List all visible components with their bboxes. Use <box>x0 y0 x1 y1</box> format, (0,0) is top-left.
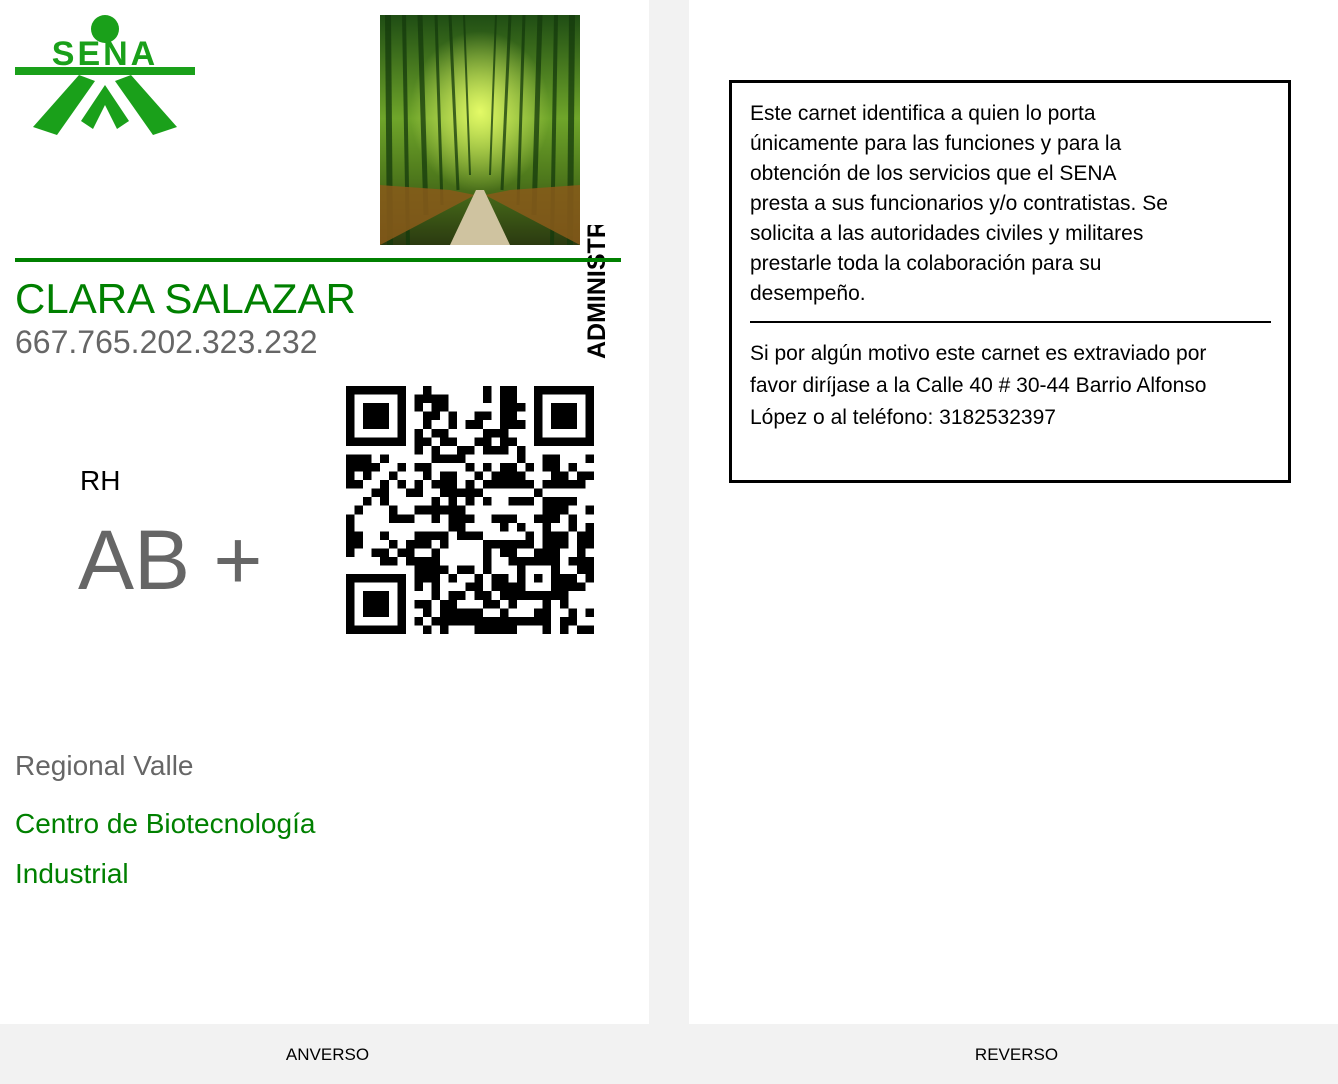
rh-label: RH <box>80 465 121 496</box>
lost-card-notice: Si por algún motivo este carnet es extra… <box>750 342 1207 429</box>
holder-name: CLARA SALAZAR <box>15 275 356 322</box>
qr-code-icon <box>346 386 594 634</box>
document-number: 667.765.202.323.232 <box>15 324 318 360</box>
info-box: Este carnet identifica a quien lo porta … <box>729 80 1291 483</box>
regional-label: Regional Valle <box>15 750 194 781</box>
front-side-label: ANVERSO <box>285 1045 370 1064</box>
green-divider <box>15 258 621 262</box>
vertical-role-text: ADMINISTRACIÓN <box>583 225 611 359</box>
role-text: ADMINISTRACIÓN <box>583 225 611 359</box>
card-front: SENA ADMINISTRACIÓN CLARA SALAZAR 667.76… <box>0 0 649 1024</box>
sena-logo: SENA <box>15 15 195 135</box>
center-name: Centro de Biotecnología Industrial <box>15 808 316 889</box>
bamboo-forest-photo <box>380 15 580 245</box>
back-side-label: REVERSO <box>974 1045 1059 1064</box>
identification-notice: Este carnet identifica a quien lo porta … <box>750 102 1168 305</box>
info-divider <box>750 321 1271 323</box>
card-back: Este carnet identifica a quien lo porta … <box>689 0 1338 1024</box>
rh-value: AB + <box>78 513 263 607</box>
